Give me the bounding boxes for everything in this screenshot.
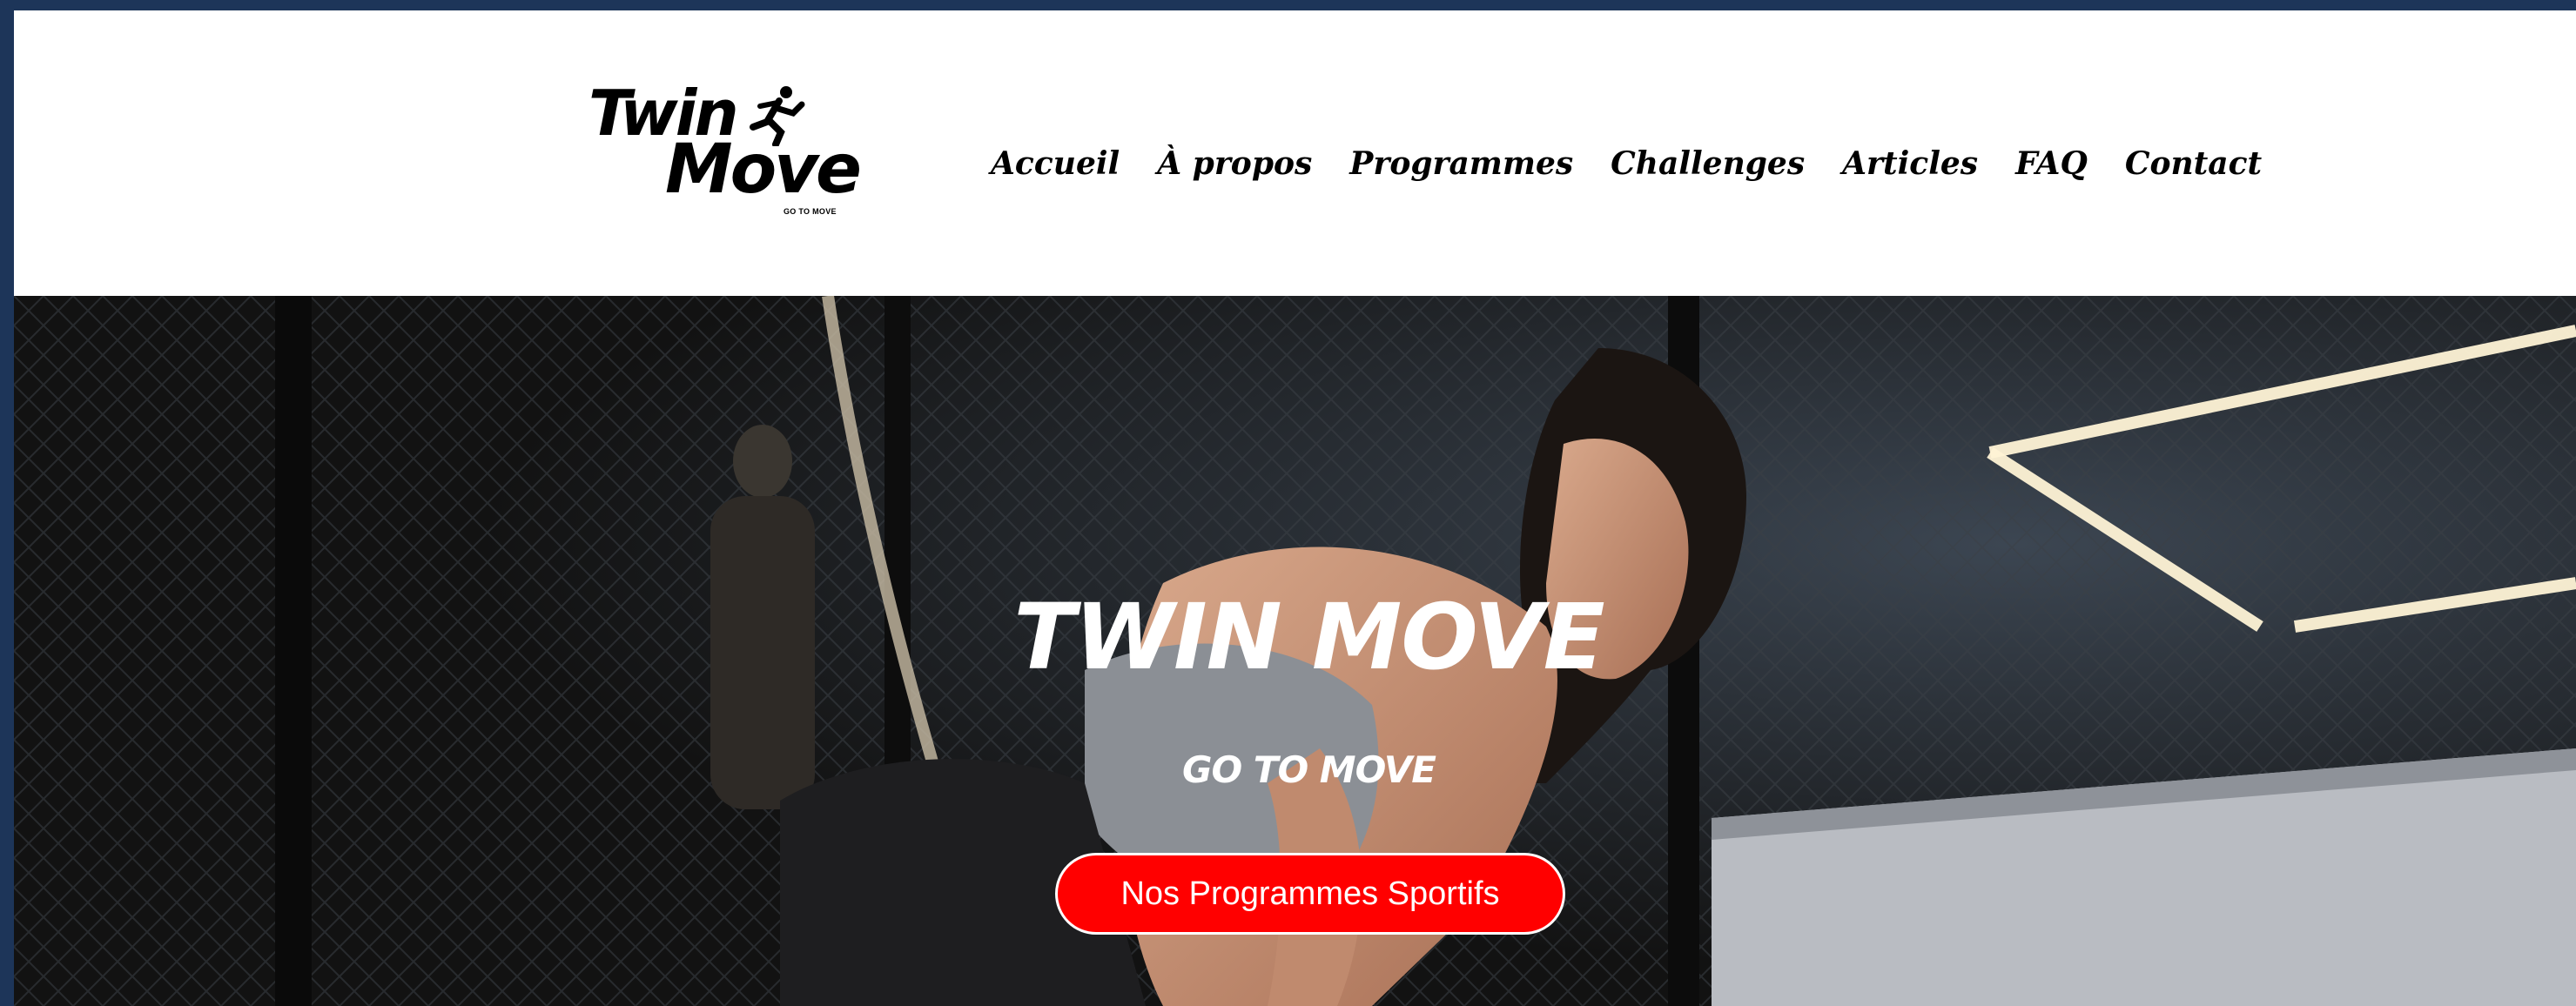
logo-text-move: Move [665, 131, 862, 209]
hero-title: TWIN MOVE [1013, 584, 1604, 690]
nav-item-a-propos[interactable]: À propos [1157, 143, 1312, 184]
nav-item-programmes[interactable]: Programmes [1349, 143, 1573, 184]
site-header: Twin Move GO TO MOVE Accueil À propos Pr… [14, 10, 2576, 296]
nav-item-faq[interactable]: FAQ [2015, 143, 2088, 184]
hero-subtitle: GO TO MOVE [1182, 748, 1436, 791]
nav-item-challenges[interactable]: Challenges [1611, 143, 1805, 184]
main-navigation: Accueil À propos Programmes Challenges A… [991, 143, 2299, 184]
nav-item-accueil[interactable]: Accueil [991, 143, 1120, 184]
site-logo[interactable]: Twin Move GO TO MOVE [589, 82, 862, 230]
nav-item-articles[interactable]: Articles [1842, 143, 1978, 184]
programmes-sportifs-button[interactable]: Nos Programmes Sportifs [1055, 853, 1565, 935]
logo-tagline: GO TO MOVE [784, 207, 837, 216]
hero-section: TWIN MOVE GO TO MOVE Nos Programmes Spor… [14, 296, 2576, 1006]
nav-item-contact[interactable]: Contact [2125, 143, 2262, 184]
browser-viewport: Twin Move GO TO MOVE Accueil À propos Pr… [14, 10, 2576, 1006]
